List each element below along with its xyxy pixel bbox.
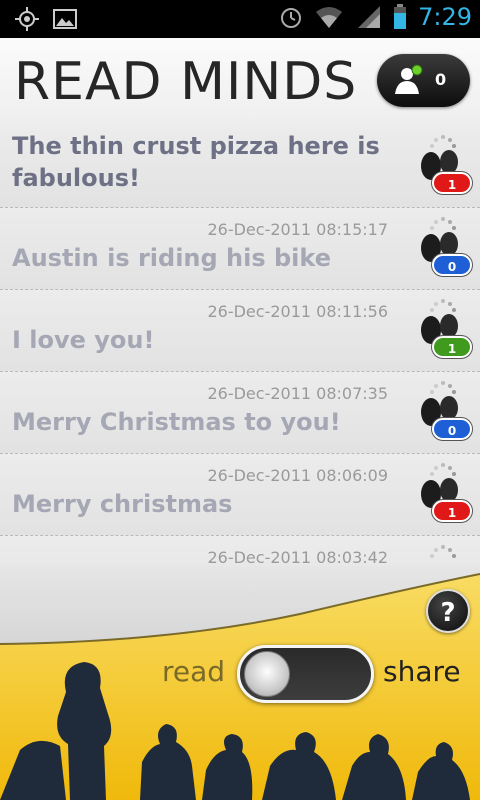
loading-dots-icon	[430, 217, 456, 230]
share-mode-label: share	[383, 655, 461, 688]
footprint-badge[interactable]: 1	[414, 462, 472, 526]
footprint-count: 0	[432, 418, 472, 440]
footprint-count: 1	[432, 500, 472, 522]
feed-item[interactable]: 26-Dec-2011 08:11:56 I love you! 1	[0, 290, 480, 372]
footprint-badge[interactable]	[414, 544, 472, 566]
loading-dots-icon	[430, 135, 456, 148]
toggle-knob[interactable]	[244, 651, 290, 697]
feed-timestamp: 26-Dec-2011 08:15:17	[207, 220, 388, 239]
footprint-badge[interactable]: 0	[414, 216, 472, 280]
feed-message: Merry christmas	[12, 490, 233, 518]
gps-icon	[15, 7, 39, 31]
page-title: READ MINDS	[14, 52, 358, 112]
feed-timestamp: 26-Dec-2011 08:06:09	[207, 466, 388, 485]
footprint-badge[interactable]: 1	[414, 298, 472, 362]
feed-message: Austin is riding his bike	[12, 244, 331, 272]
read-mode-label: read	[162, 655, 226, 688]
help-button[interactable]: ?	[426, 589, 470, 633]
feed-item[interactable]: 26-Dec-2011 08:06:09 Merry christmas 1	[0, 454, 480, 536]
footprint-badge[interactable]: 1	[414, 134, 472, 198]
online-users-button[interactable]: 0	[377, 54, 470, 107]
clock-time: 7:29	[418, 3, 472, 31]
feed-message: The thin crust pizza here is fabulous!	[12, 132, 380, 192]
signal-icon	[358, 6, 381, 28]
footprint-badge[interactable]: 0	[414, 380, 472, 444]
status-bar: 7:29	[0, 0, 480, 38]
feed-item[interactable]: 26-Dec-2011 08:03:42	[0, 536, 480, 566]
feed-timestamp: 26-Dec-2011 08:11:56	[207, 302, 388, 321]
alarm-icon	[281, 8, 302, 28]
read-share-toggle[interactable]	[237, 645, 374, 703]
battery-icon	[394, 4, 407, 29]
footprint-count: 1	[432, 336, 472, 358]
online-users-count: 0	[435, 70, 447, 89]
users-icon	[395, 64, 423, 94]
feed-item[interactable]: 26-Dec-2011 08:15:17 Austin is riding hi…	[0, 208, 480, 290]
loading-dots-icon	[430, 545, 456, 558]
feed-timestamp: 26-Dec-2011 08:07:35	[207, 384, 388, 403]
loading-dots-icon	[430, 381, 456, 394]
footprint-count: 0	[432, 254, 472, 276]
feed-item[interactable]: The thin crust pizza here is fabulous! 1	[0, 126, 480, 208]
loading-dots-icon	[430, 463, 456, 476]
message-feed[interactable]: The thin crust pizza here is fabulous! 1…	[0, 126, 480, 566]
loading-dots-icon	[430, 299, 456, 312]
feed-item[interactable]: 26-Dec-2011 08:07:35 Merry Christmas to …	[0, 372, 480, 454]
image-icon	[53, 9, 77, 29]
feed-timestamp: 26-Dec-2011 08:03:42	[207, 548, 388, 566]
feed-message: Merry Christmas to you!	[12, 408, 341, 436]
footprint-count: 1	[432, 172, 472, 194]
wifi-icon	[316, 7, 343, 28]
app-header: READ MINDS 0	[0, 38, 480, 126]
feed-message: I love you!	[12, 326, 155, 354]
